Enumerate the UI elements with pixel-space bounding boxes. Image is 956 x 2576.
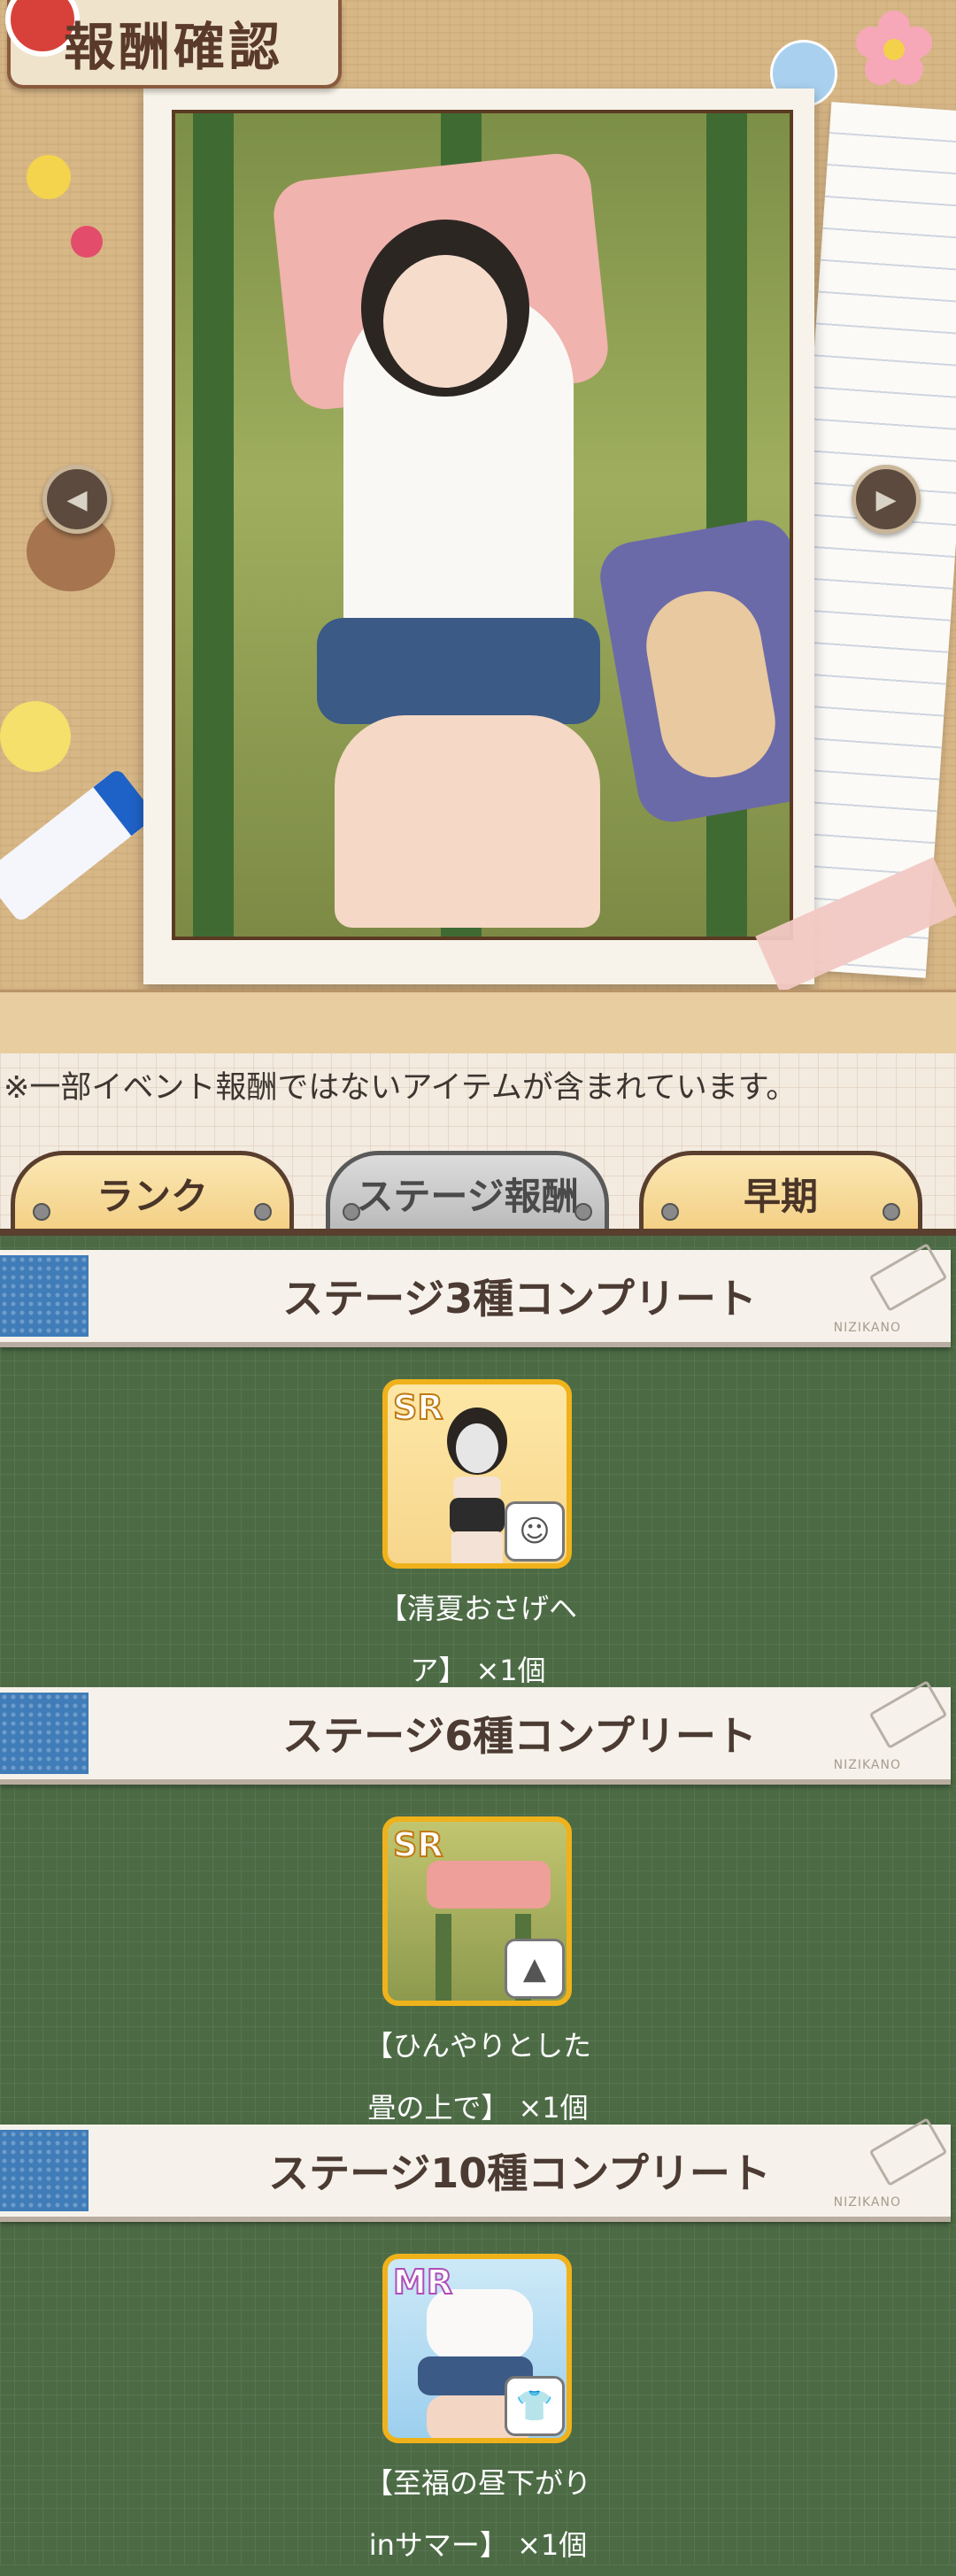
reward-preview-area: ◀ ▶ 報酬確認 xyxy=(0,0,956,1056)
tab-rivet-icon xyxy=(883,1203,900,1221)
tab-rivet-icon xyxy=(254,1203,272,1221)
banner-tag-icon xyxy=(0,1693,89,1774)
reward-item-card[interactable]: SR ☺ xyxy=(382,1379,572,1569)
tab-rank[interactable]: ランク xyxy=(11,1151,294,1232)
section-title: ステージ6種コンプリート xyxy=(282,1712,757,1760)
banner-tag-icon xyxy=(0,1255,89,1337)
flower-icon xyxy=(856,11,932,85)
section-title: ステージ10種コンプリート xyxy=(268,2149,771,2197)
reward-item-card[interactable]: MR 👕 xyxy=(382,2254,572,2443)
image-icon: ▲ xyxy=(505,1939,565,1999)
tab-early-label: 早期 xyxy=(743,1175,818,1218)
section-banner: ステージ6種コンプリート NIZIKANO xyxy=(0,1680,951,1785)
rarity-label: SR xyxy=(392,1824,444,1865)
board-ledge xyxy=(0,990,956,1056)
page-title: 報酬確認 xyxy=(64,17,284,77)
reward-item-quantity: inサマー】 ×1個 xyxy=(368,2528,588,2562)
tab-stage-reward[interactable]: ステージ報酬 xyxy=(326,1151,609,1232)
reward-list[interactable]: ステージ3種コンプリート NIZIKANO SR ☺ 【清夏おさげヘ ア】 ×1… xyxy=(0,1236,956,2565)
marker-pen-decoration xyxy=(0,767,157,923)
tab-rivet-icon xyxy=(343,1203,360,1221)
tab-stage-reward-label: ステージ報酬 xyxy=(356,1175,579,1218)
chevron-left-icon: ◀ xyxy=(66,483,88,515)
banner-brand: NIZIKANO xyxy=(833,1321,901,1335)
tab-early[interactable]: 早期 xyxy=(639,1151,922,1232)
chick-mascot-decoration xyxy=(0,701,71,772)
section-title: ステージ3種コンプリート xyxy=(282,1275,757,1323)
pink-ball-decoration xyxy=(71,226,103,258)
banner-tag-icon xyxy=(0,2130,89,2211)
reward-item-name: 【ひんやりとした xyxy=(364,2029,591,2063)
title-plate: 報酬確認 xyxy=(5,0,342,89)
reward-item-card[interactable]: SR ▲ xyxy=(382,1816,572,2006)
banner-brand: NIZIKANO xyxy=(833,1758,901,1772)
next-arrow-button[interactable]: ▶ xyxy=(852,465,921,534)
notice-text: ※一部イベント報酬ではないアイテムが含まれています。 xyxy=(4,1070,798,1106)
rarity-label: MR xyxy=(392,2262,453,2302)
reward-item-name: 【清夏おさげヘ xyxy=(378,1592,577,1625)
prev-arrow-button[interactable]: ◀ xyxy=(42,465,112,534)
reward-item-name: 【至福の昼下がり xyxy=(364,2466,591,2500)
reward-card-illustration xyxy=(172,110,793,940)
tab-rail xyxy=(0,1229,956,1236)
tab-rivet-icon xyxy=(661,1203,679,1221)
banner-brand: NIZIKANO xyxy=(833,2195,901,2210)
outfit-icon: 👕 xyxy=(505,2376,565,2436)
avatar-icon: ☺ xyxy=(505,1501,565,1562)
section-banner: ステージ10種コンプリート NIZIKANO xyxy=(0,2117,951,2222)
section-banner: ステージ3種コンプリート NIZIKANO xyxy=(0,1243,951,1347)
tab-rivet-icon xyxy=(33,1203,50,1221)
tab-rank-label: ランク xyxy=(96,1175,208,1218)
yellow-ball-decoration xyxy=(27,155,71,199)
tab-rivet-icon xyxy=(574,1203,592,1221)
rarity-label: SR xyxy=(392,1387,444,1428)
chevron-right-icon: ▶ xyxy=(875,483,897,515)
